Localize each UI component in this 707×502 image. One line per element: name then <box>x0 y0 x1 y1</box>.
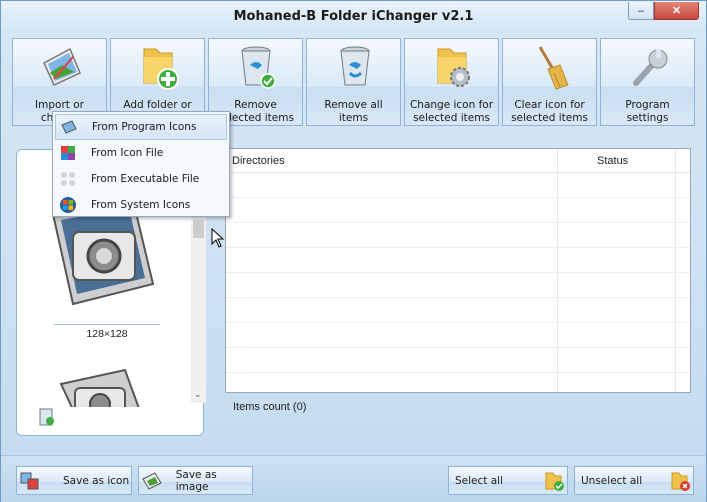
icon-file-icon <box>58 144 78 162</box>
settings-label: Program settings <box>625 99 670 124</box>
save-as-icon-label: Save as icon <box>63 474 130 487</box>
executable-file-icon <box>58 170 78 188</box>
items-count: Items count (0) <box>233 401 307 413</box>
folder-add-icon <box>143 48 179 90</box>
row-gridline <box>226 297 690 298</box>
system-icons-icon <box>58 196 78 214</box>
save-as-icon-button[interactable]: Save as icon <box>16 466 132 495</box>
remove-all-label: Remove all items <box>324 99 383 124</box>
app-window: Mohaned-B Folder iChanger v2.1 – ✕ Impor… <box>0 0 707 502</box>
scrollbar-thumb[interactable] <box>193 220 204 238</box>
menu-item-label: From Icon File <box>91 147 164 159</box>
menu-item-executable-file[interactable]: From Executable File <box>53 166 229 192</box>
column-divider <box>675 149 676 392</box>
change-icon-label: Change icon for selected items <box>409 99 494 124</box>
folder-remove-icon <box>667 469 693 493</box>
row-gridline <box>226 222 690 223</box>
camera-folder-small-icon <box>59 368 140 407</box>
directories-table[interactable]: Directories Status <box>225 148 691 393</box>
recycle-bin-small-icon[interactable] <box>37 406 55 426</box>
import-dropdown-menu: From Program Icons From Icon File From E… <box>52 111 230 217</box>
menu-item-system-icons[interactable]: From System Icons <box>53 192 229 218</box>
column-divider <box>557 149 558 392</box>
menu-item-label: From Executable File <box>91 173 200 185</box>
menu-item-icon-file[interactable]: From Icon File <box>53 140 229 166</box>
menu-item-label: From System Icons <box>91 199 191 211</box>
program-icons-icon <box>59 118 79 136</box>
recycle-bin-icon <box>340 46 370 86</box>
save-as-image-button[interactable]: Save as image <box>138 466 253 495</box>
unselect-all-button[interactable]: Unselect all <box>574 466 694 495</box>
unselect-all-label: Unselect all <box>581 474 643 487</box>
row-gridline <box>226 372 690 373</box>
folder-check-icon <box>541 469 567 493</box>
column-header-status[interactable]: Status <box>597 155 628 167</box>
save-icon-icon <box>17 469 43 493</box>
row-gridline <box>226 247 690 248</box>
picture-frame-icon <box>43 47 81 86</box>
mouse-cursor-icon <box>211 228 225 248</box>
folder-gear-icon <box>437 48 470 87</box>
select-all-button[interactable]: Select all <box>448 466 568 495</box>
save-as-image-label: Save as image <box>175 468 217 493</box>
broom-icon <box>538 46 569 90</box>
recycle-bin-check-icon <box>241 46 276 89</box>
title-bar: Mohaned-B Folder iChanger v2.1 – ✕ <box>1 1 706 33</box>
column-header-directories[interactable]: Directories <box>232 155 285 167</box>
close-button[interactable]: ✕ <box>654 2 699 20</box>
icon-size-label: 128×128 <box>54 324 160 340</box>
menu-item-program-icons[interactable]: From Program Icons <box>55 114 227 140</box>
clear-icon-button[interactable]: Clear icon for selected items <box>502 38 597 126</box>
table-header: Directories Status <box>226 149 690 173</box>
select-all-label: Select all <box>455 474 503 487</box>
clear-icon-label: Clear icon for selected items <box>511 99 588 124</box>
window-title: Mohaned-B Folder iChanger v2.1 <box>233 9 474 24</box>
wrench-icon <box>633 49 668 86</box>
scroll-down-icon[interactable]: ⌄ <box>194 389 202 400</box>
menu-item-label: From Program Icons <box>92 121 197 133</box>
change-icon-button[interactable]: Change icon for selected items <box>404 38 499 126</box>
row-gridline <box>226 272 690 273</box>
minimize-button[interactable]: – <box>628 2 654 20</box>
settings-button[interactable]: Program settings <box>600 38 695 126</box>
row-gridline <box>226 322 690 323</box>
save-image-icon <box>139 469 165 493</box>
bottom-bar: Save as icon Save as image Select all Un… <box>1 455 706 502</box>
row-gridline <box>226 197 690 198</box>
remove-all-button[interactable]: Remove all items <box>306 38 401 126</box>
row-gridline <box>226 347 690 348</box>
